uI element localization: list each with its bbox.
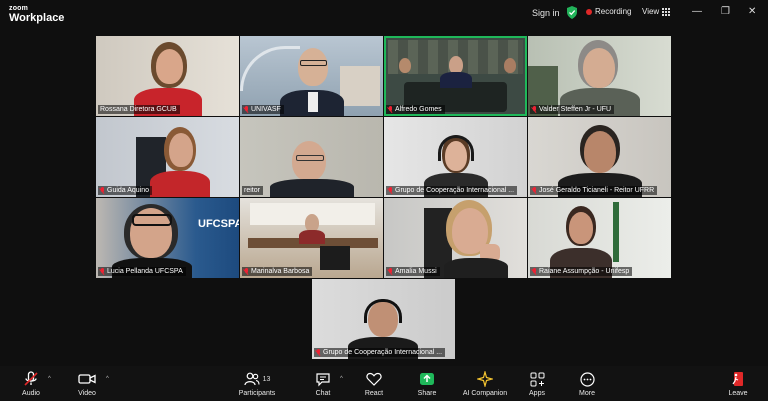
participant-name-label: UNIVASF (242, 105, 284, 114)
muted-mic-icon (244, 268, 249, 275)
share-screen-icon (420, 373, 434, 385)
participant-name-label: Grupo de Cooperação Internacional ... (314, 348, 446, 357)
video-tile[interactable]: Amalia Mussi (384, 198, 527, 278)
participant-name-label: Marinalva Barbosa (242, 267, 313, 276)
more-ellipsis-icon (579, 371, 595, 387)
audio-options-caret-icon[interactable]: ^ (48, 376, 51, 382)
recording-dot-icon (586, 8, 592, 15)
meeting-toolbar: Audio ^ Video ^ 13 Participants Chat ^ R… (0, 366, 768, 401)
video-options-caret-icon[interactable]: ^ (106, 376, 109, 382)
muted-mic-icon (532, 268, 537, 275)
muted-mic-icon (244, 106, 249, 113)
recording-label: Recording (595, 7, 632, 16)
chat-bubble-icon (316, 372, 330, 386)
gallery-grid-icon (662, 7, 671, 16)
logo-brand-large: Workplace (9, 12, 65, 24)
mic-muted-icon (24, 371, 38, 386)
leave-label: Leave (728, 390, 748, 397)
audio-label: Audio (22, 390, 40, 397)
participant-name-label: Amalia Mussi (386, 267, 440, 276)
muted-mic-icon (532, 187, 537, 194)
sign-in-link[interactable]: Sign in (532, 8, 560, 18)
muted-mic-icon (388, 106, 393, 113)
leave-door-icon (732, 372, 743, 386)
video-tile[interactable]: Guida Aquino (96, 117, 239, 197)
title-bar: zoom Workplace Sign in Recording View — … (0, 0, 768, 28)
chat-options-caret-icon[interactable]: ^ (340, 376, 343, 382)
view-label: View (642, 7, 660, 16)
video-tile-active-speaker[interactable]: Alfredo Gomes (384, 36, 527, 116)
encryption-shield-icon[interactable] (566, 6, 578, 19)
ai-companion-button[interactable]: AI Companion (455, 370, 515, 397)
more-label: More (579, 390, 595, 397)
video-tile[interactable]: José Geraldo Ticianeli - Reitor UFRR (528, 117, 671, 197)
participants-count: 13 (262, 375, 271, 383)
video-tile[interactable]: Valder Steffen Jr - UFU (528, 36, 671, 116)
participant-name-label: reitor (242, 186, 263, 195)
zoom-workplace-logo: zoom Workplace (9, 5, 64, 24)
video-tile[interactable]: UNIVASF (240, 36, 383, 116)
more-button[interactable]: More (557, 370, 617, 397)
participant-name-label: Guida Aquino (98, 186, 153, 195)
video-tile[interactable]: UFCSPA Lucia Pellanda UFCSPA (96, 198, 239, 278)
share-label: Share (417, 390, 437, 397)
participants-button[interactable]: 13 Participants (227, 370, 287, 397)
muted-mic-icon (316, 349, 321, 356)
video-camera-icon (78, 374, 96, 384)
participants-label: Participants (238, 390, 276, 397)
participant-name-label: Valder Steffen Jr - UFU (530, 105, 615, 114)
participant-name-label: José Geraldo Ticianeli - Reitor UFRR (530, 186, 658, 195)
video-tile[interactable]: Raiane Assumpção - Unifesp (528, 198, 671, 278)
logo-brand-small: zoom (9, 5, 29, 12)
participant-name-label: Rossana Diretora GCUB (98, 105, 180, 114)
chat-label: Chat (315, 390, 331, 397)
recording-indicator[interactable]: Recording (586, 7, 631, 16)
react-label: React (364, 390, 384, 397)
video-tile[interactable]: Grupo de Cooperação Internacional ... (384, 117, 527, 197)
restore-icon[interactable]: ❐ (721, 6, 730, 17)
participant-name-label: Lucia Pellanda UFCSPA (98, 267, 186, 276)
audio-button[interactable]: Audio (1, 370, 61, 397)
muted-mic-icon (388, 268, 393, 275)
video-tile[interactable]: Rossana Diretora GCUB (96, 36, 239, 116)
close-icon[interactable]: ✕ (748, 6, 756, 17)
muted-mic-icon (100, 268, 105, 275)
view-button[interactable]: View (642, 7, 671, 16)
participant-name-label: Alfredo Gomes (386, 105, 445, 114)
muted-mic-icon (532, 106, 537, 113)
video-tile[interactable]: reitor (240, 117, 383, 197)
video-button[interactable]: Video (57, 370, 117, 397)
ufcspa-sign: UFCSPA (198, 218, 239, 230)
muted-mic-icon (388, 187, 393, 194)
participant-name-label: Grupo de Cooperação Internacional ... (386, 186, 518, 195)
ai-sparkle-icon (477, 371, 493, 387)
muted-mic-icon (100, 187, 105, 194)
video-label: Video (78, 390, 96, 397)
video-tile[interactable]: Marinalva Barbosa (240, 198, 383, 278)
react-button[interactable]: React (344, 370, 404, 397)
ai-companion-label: AI Companion (462, 390, 508, 397)
minimize-icon[interactable]: — (692, 6, 702, 17)
leave-button[interactable]: Leave (708, 370, 768, 397)
apps-label: Apps (529, 390, 545, 397)
video-tile[interactable]: Grupo de Cooperação Internacional ... (312, 279, 455, 359)
apps-icon (530, 372, 544, 386)
participant-name-label: Raiane Assumpção - Unifesp (530, 267, 633, 276)
share-button[interactable]: Share (397, 370, 457, 397)
participants-icon (243, 372, 260, 386)
heart-icon (366, 372, 382, 386)
